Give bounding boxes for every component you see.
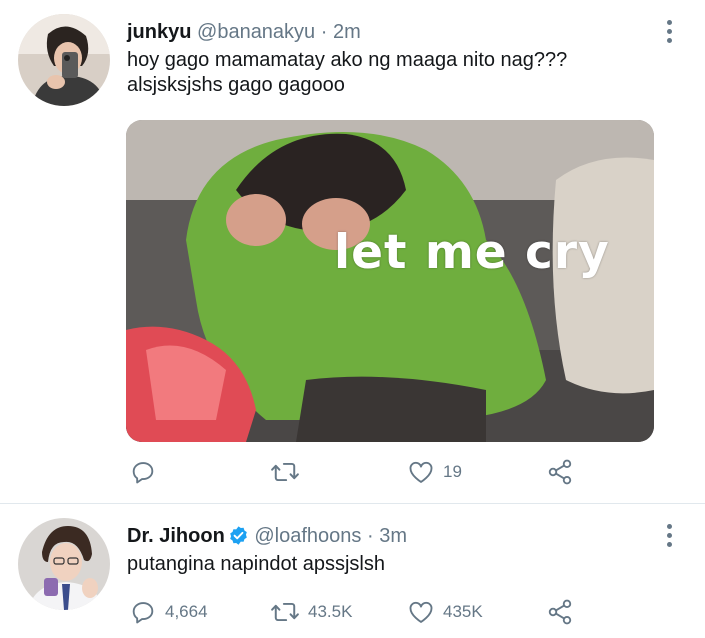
tweet[interactable]: junkyu @bananakyu · 2m hoy gago mamamata… (0, 0, 705, 503)
tweet-text-line: hoy gago mamamatay ako ng maaga nito nag… (127, 49, 568, 71)
like-icon (409, 601, 433, 623)
tweet-header: Dr. Jihoon @loafhoons · 3m (127, 524, 407, 548)
retweet-icon (271, 462, 299, 482)
tweet-text: putangina napindot apssjslsh (127, 552, 385, 577)
reply-icon (132, 602, 154, 624)
share-icon (548, 459, 572, 485)
reply-button[interactable] (129, 456, 165, 488)
reply-icon (132, 462, 154, 484)
like-count: 19 (443, 462, 462, 481)
user-handle[interactable]: @loafhoons (254, 525, 361, 547)
separator: · (366, 525, 374, 547)
more-options-icon[interactable] (665, 20, 673, 46)
display-name[interactable]: junkyu (127, 21, 191, 43)
tweet-text-line: alsjsksjshs gago gagooo (127, 74, 345, 96)
tweet-actions: 19 (127, 456, 587, 488)
tweet-text-line: putangina napindot apssjslsh (127, 553, 385, 575)
like-button[interactable]: 19 (407, 456, 462, 488)
share-button[interactable] (546, 596, 574, 628)
retweet-button[interactable] (270, 456, 308, 488)
like-icon (409, 461, 433, 483)
retweet-count: 43.5K (308, 602, 353, 621)
display-name[interactable]: Dr. Jihoon (127, 525, 225, 547)
tweet[interactable]: Dr. Jihoon @loafhoons · 3m putangina nap… (0, 504, 705, 638)
reply-button[interactable]: 4,664 (129, 596, 208, 628)
timestamp[interactable]: 3m (379, 525, 407, 547)
avatar[interactable] (18, 14, 110, 106)
share-icon (548, 599, 572, 625)
media-caption: let me cry (334, 225, 610, 280)
tweet-media-image[interactable]: let me cry (126, 120, 654, 442)
more-options-icon[interactable] (665, 524, 673, 550)
tweet-actions: 4,664 43.5K 435K (127, 596, 587, 628)
like-count: 435K (443, 602, 483, 621)
separator: · (320, 21, 328, 43)
avatar[interactable] (18, 518, 110, 610)
tweet-text: hoy gago mamamatay ako ng maaga nito nag… (127, 48, 567, 98)
retweet-button[interactable]: 43.5K (270, 596, 352, 628)
timestamp[interactable]: 2m (333, 21, 361, 43)
like-button[interactable]: 435K (407, 596, 483, 628)
user-handle[interactable]: @bananakyu (197, 21, 315, 43)
reply-count: 4,664 (165, 602, 208, 621)
verified-badge-icon (229, 526, 247, 545)
tweet-header: junkyu @bananakyu · 2m (127, 20, 361, 44)
retweet-icon (271, 602, 299, 622)
share-button[interactable] (546, 456, 574, 488)
